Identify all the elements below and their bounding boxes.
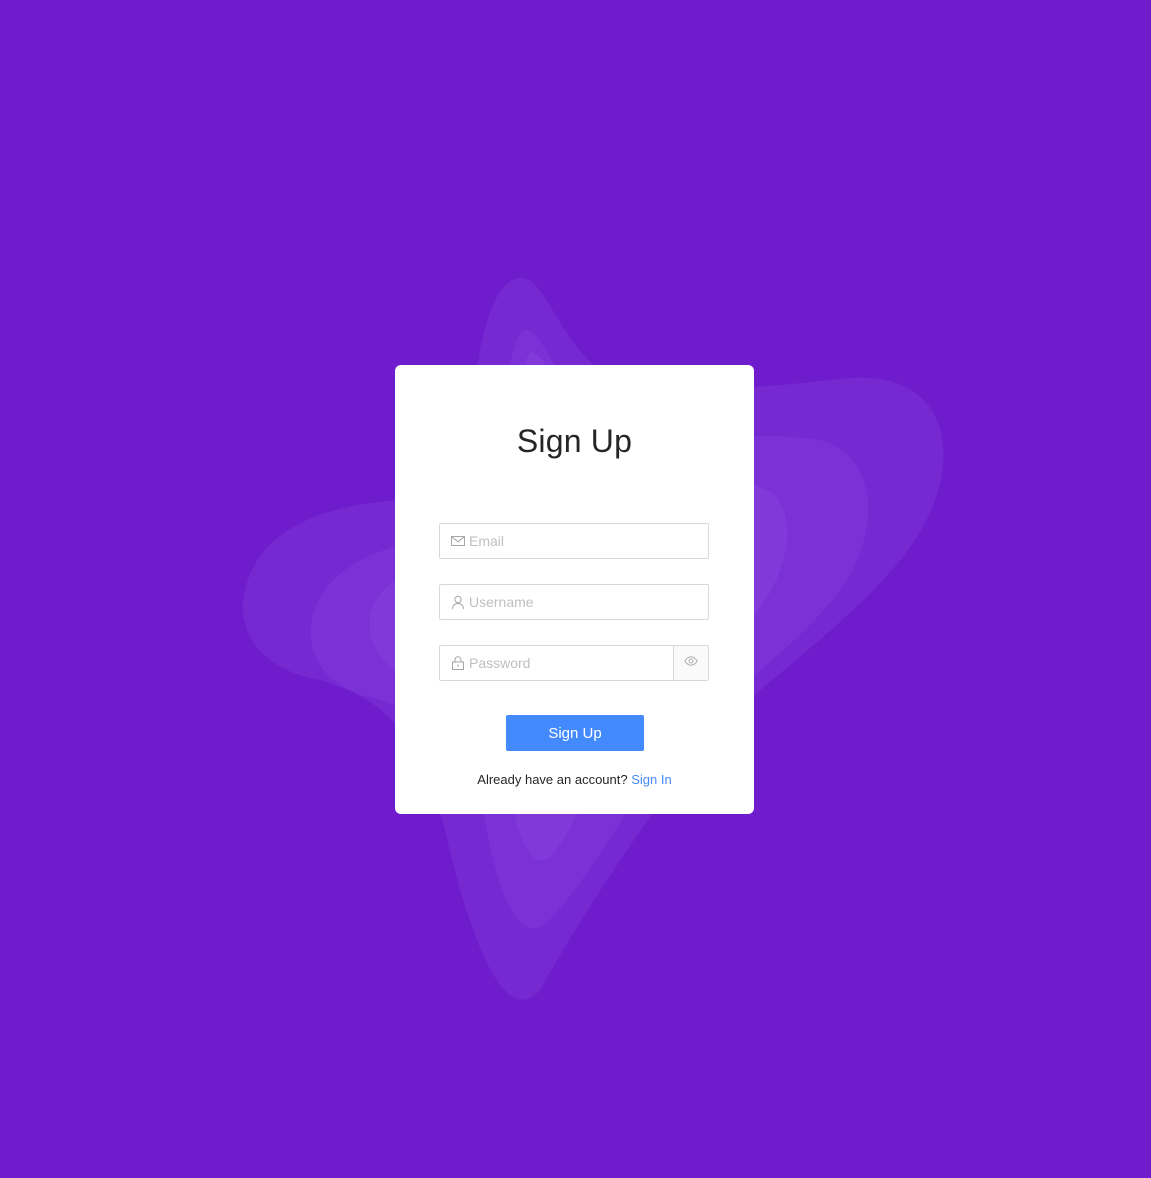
- signin-link[interactable]: Sign In: [631, 772, 671, 787]
- username-field[interactable]: [439, 584, 709, 620]
- signup-card: Sign Up Email Username Sign Up Already h…: [395, 365, 754, 814]
- mail-icon: [450, 533, 466, 549]
- password-input[interactable]: [469, 646, 673, 680]
- user-icon: [450, 594, 466, 610]
- username-input[interactable]: [469, 585, 708, 619]
- signin-prompt-text: Already have an account?: [477, 772, 628, 787]
- signup-button[interactable]: Sign Up: [506, 715, 644, 751]
- email-input[interactable]: [469, 524, 708, 558]
- password-visibility-toggle[interactable]: [673, 646, 708, 680]
- lock-icon: [450, 655, 466, 671]
- signin-prompt: Already have an account? Sign In: [395, 772, 754, 787]
- eye-icon: [684, 654, 698, 673]
- page-title: Sign Up: [516, 423, 633, 459]
- password-field[interactable]: [439, 645, 709, 681]
- email-field[interactable]: [439, 523, 709, 559]
